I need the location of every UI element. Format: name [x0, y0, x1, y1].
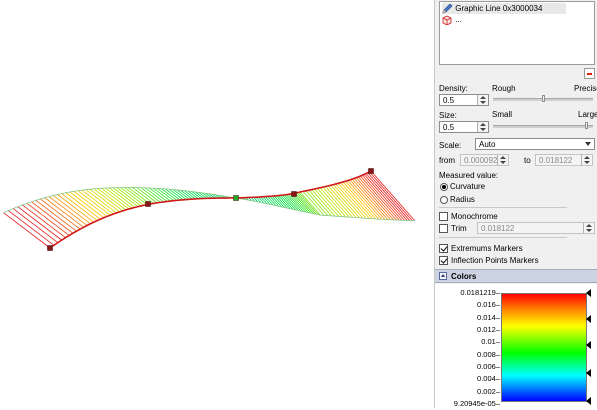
color-scale-tick-label: 9.20945e-05– [454, 400, 500, 408]
color-stop-marker[interactable] [586, 315, 591, 323]
comb-spine [31, 202, 72, 233]
comb-spine [306, 191, 328, 216]
comb-spine [336, 184, 366, 218]
graphics-viewport[interactable] [0, 0, 434, 408]
comb-spine [137, 188, 157, 203]
comb-spine [145, 188, 164, 202]
comb-spine [36, 200, 77, 231]
color-scale-tick-label: 0.002– [477, 388, 500, 396]
curvature-comb-plot [0, 0, 434, 408]
to-label: to [524, 156, 531, 165]
comb-spine [364, 174, 404, 220]
comb-spine [366, 174, 407, 221]
comb-spine [27, 203, 69, 235]
comb-spine [13, 209, 58, 243]
comb-spine [102, 188, 129, 209]
comb-spine [320, 188, 346, 217]
color-scale-tick-label: 0.012– [477, 326, 500, 334]
color-scale-tick-label: 0.008– [477, 351, 500, 359]
comb-spine [352, 179, 388, 220]
color-scale-tick-label: 0.016– [477, 301, 500, 309]
color-scale-tick-label: 0.006– [477, 363, 500, 371]
comb-spine [98, 189, 126, 210]
comb-spine [18, 207, 62, 240]
extremum-marker[interactable] [146, 202, 151, 207]
color-scale-bar [501, 293, 587, 402]
extremum-marker[interactable] [292, 192, 297, 197]
color-scale-tick-label: 0.01– [481, 338, 500, 346]
color-scale-markers [585, 0, 597, 408]
comb-spine [133, 188, 154, 204]
density-slider-thumb[interactable] [542, 95, 545, 102]
inflection-marker[interactable] [234, 196, 239, 201]
color-scale-tick-label: 0.0181219– [460, 289, 500, 297]
comb-spine [141, 188, 160, 203]
size-slider-track[interactable] [493, 125, 593, 128]
comb-spine [109, 188, 135, 208]
color-stop-marker[interactable] [586, 341, 591, 349]
comb-spine [105, 188, 132, 208]
curvature-properties-panel: Graphic Line 0x3000034 ... Density: Roug… [434, 0, 597, 408]
color-stop-marker[interactable] [586, 397, 591, 405]
to-value: 0.018122 [539, 156, 572, 165]
comb-spine [354, 178, 390, 219]
color-scale-tick-label: 0.004– [477, 375, 500, 383]
comb-spine [8, 211, 54, 246]
color-scale-tick-label: 0.014– [477, 314, 500, 322]
extremum-marker[interactable] [369, 169, 374, 174]
color-stop-marker[interactable] [586, 369, 591, 377]
color-stop-marker[interactable] [586, 289, 591, 297]
color-scale-ticks: 0.0181219– 0.016– 0.014– 0.012– 0.01– 0.008– 0… [435, 0, 503, 408]
comb-spine [4, 213, 51, 248]
comb-spine [22, 205, 65, 238]
extremum-marker[interactable] [48, 246, 53, 251]
